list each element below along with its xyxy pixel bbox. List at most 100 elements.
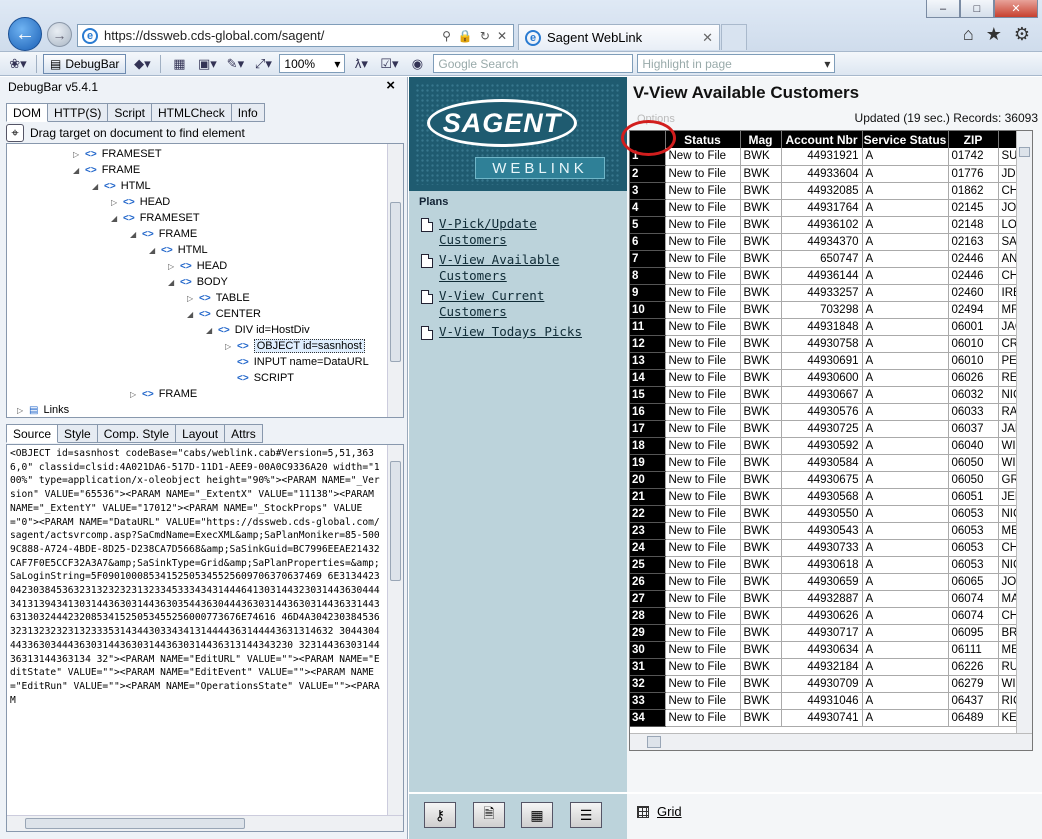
- table-cell[interactable]: 06026: [948, 369, 999, 387]
- row-number[interactable]: 18: [630, 437, 666, 455]
- row-number[interactable]: 23: [630, 522, 666, 540]
- table-cell[interactable]: A: [862, 318, 949, 336]
- resize-icon[interactable]: ⤢▾: [251, 54, 275, 74]
- row-number[interactable]: 29: [630, 624, 666, 642]
- table-cell[interactable]: New to File: [665, 352, 741, 370]
- address-text[interactable]: https://dssweb.cds-global.com/sagent/: [104, 28, 442, 43]
- row-number[interactable]: 28: [630, 607, 666, 625]
- list-button[interactable]: ☰: [570, 802, 602, 828]
- table-row[interactable]: 14 New to File BWK 44930600 A 06026 REE: [630, 369, 1030, 387]
- row-number[interactable]: 6: [630, 233, 666, 251]
- row-number[interactable]: 16: [630, 403, 666, 421]
- table-cell[interactable]: 44930592: [781, 437, 863, 455]
- table-cell[interactable]: 06053: [948, 539, 999, 557]
- grid-vertical-scrollbar[interactable]: [1016, 131, 1032, 734]
- table-cell[interactable]: 44930758: [781, 335, 863, 353]
- table-cell[interactable]: BWK: [740, 318, 782, 336]
- table-cell[interactable]: BWK: [740, 709, 782, 727]
- save-page-icon[interactable]: ▦: [167, 54, 191, 74]
- screenshot-icon[interactable]: ▣▾: [195, 54, 219, 74]
- table-row[interactable]: 19 New to File BWK 44930584 A 06050 WIL: [630, 454, 1030, 472]
- table-cell[interactable]: A: [862, 454, 949, 472]
- table-cell[interactable]: BWK: [740, 522, 782, 540]
- table-cell[interactable]: A: [862, 250, 949, 268]
- forward-button[interactable]: →: [47, 22, 72, 47]
- tree-node[interactable]: ◢ <> FRAME: [73, 162, 140, 178]
- tab-sagent-weblink[interactable]: e Sagent WebLink ✕: [518, 24, 720, 50]
- table-cell[interactable]: 44930568: [781, 488, 863, 506]
- table-cell[interactable]: 06001: [948, 318, 999, 336]
- expand-toggle-icon[interactable]: ◢: [149, 246, 159, 255]
- table-cell[interactable]: BWK: [740, 267, 782, 285]
- table-cell[interactable]: A: [862, 437, 949, 455]
- table-cell[interactable]: 44931046: [781, 692, 863, 710]
- grid-button[interactable]: ▦: [521, 802, 553, 828]
- source-horizontal-scrollbar[interactable]: [7, 815, 403, 831]
- table-cell[interactable]: New to File: [665, 624, 741, 642]
- expand-toggle-icon[interactable]: ◢: [168, 278, 178, 287]
- table-row[interactable]: 32 New to File BWK 44930709 A 06279 WIL: [630, 675, 1030, 693]
- table-cell[interactable]: BWK: [740, 590, 782, 608]
- table-cell[interactable]: 44930733: [781, 539, 863, 557]
- expand-toggle-icon[interactable]: ▷: [17, 406, 27, 415]
- table-cell[interactable]: New to File: [665, 692, 741, 710]
- scroll-thumb[interactable]: [647, 736, 661, 748]
- table-cell[interactable]: New to File: [665, 403, 741, 421]
- row-number[interactable]: 13: [630, 352, 666, 370]
- home-icon[interactable]: ⌂: [963, 24, 974, 45]
- table-cell[interactable]: 44930550: [781, 505, 863, 523]
- table-cell[interactable]: New to File: [665, 573, 741, 591]
- table-cell[interactable]: 06095: [948, 624, 999, 642]
- plan-link[interactable]: V-Pick/Update Customers: [439, 216, 589, 248]
- table-cell[interactable]: 44930576: [781, 403, 863, 421]
- tab-attrs[interactable]: Attrs: [225, 424, 263, 443]
- table-cell[interactable]: 44930626: [781, 607, 863, 625]
- row-number[interactable]: 27: [630, 590, 666, 608]
- table-cell[interactable]: A: [862, 199, 949, 217]
- table-cell[interactable]: 44930659: [781, 573, 863, 591]
- table-cell[interactable]: 02494: [948, 301, 999, 319]
- table-cell[interactable]: BWK: [740, 199, 782, 217]
- table-cell[interactable]: New to File: [665, 250, 741, 268]
- row-number[interactable]: 5: [630, 216, 666, 234]
- table-cell[interactable]: 02148: [948, 216, 999, 234]
- close-icon[interactable]: ×: [386, 77, 395, 94]
- expand-toggle-icon[interactable]: ◢: [111, 214, 121, 223]
- scroll-thumb[interactable]: [390, 461, 401, 581]
- table-row[interactable]: 21 New to File BWK 44930568 A 06051 JEN: [630, 488, 1030, 506]
- row-number[interactable]: 30: [630, 641, 666, 659]
- table-cell[interactable]: 06053: [948, 505, 999, 523]
- table-cell[interactable]: 44930667: [781, 386, 863, 404]
- table-cell[interactable]: New to File: [665, 437, 741, 455]
- table-cell[interactable]: A: [862, 403, 949, 421]
- table-cell[interactable]: 01776: [948, 165, 999, 183]
- table-cell[interactable]: A: [862, 165, 949, 183]
- table-cell[interactable]: 44931848: [781, 318, 863, 336]
- tree-node[interactable]: ◢ <> DIV id=HostDiv: [206, 322, 310, 338]
- tab-script[interactable]: Script: [108, 103, 153, 122]
- tree-node[interactable]: <> SCRIPT: [225, 370, 294, 386]
- tab-htmlcheck[interactable]: HTMLCheck: [152, 103, 232, 122]
- table-row[interactable]: 18 New to File BWK 44930592 A 06040 WIL: [630, 437, 1030, 455]
- tab-http[interactable]: HTTP(S): [48, 103, 109, 122]
- row-number[interactable]: 14: [630, 369, 666, 387]
- row-number[interactable]: 9: [630, 284, 666, 302]
- table-cell[interactable]: New to File: [665, 216, 741, 234]
- table-row[interactable]: 23 New to File BWK 44930543 A 06053 MEI: [630, 522, 1030, 540]
- table-cell[interactable]: 02460: [948, 284, 999, 302]
- tree-node[interactable]: ▷ <> HEAD: [111, 194, 170, 210]
- table-row[interactable]: 7 New to File BWK 650747 A 02446 ANI: [630, 250, 1030, 268]
- table-cell[interactable]: A: [862, 369, 949, 387]
- tree-node[interactable]: ◢ <> HTML: [149, 242, 208, 258]
- table-cell[interactable]: A: [862, 386, 949, 404]
- table-cell[interactable]: BWK: [740, 641, 782, 659]
- gear-icon[interactable]: ⚙: [1014, 24, 1030, 45]
- table-cell[interactable]: BWK: [740, 420, 782, 438]
- crosshair-target-icon[interactable]: ⌖: [6, 124, 24, 142]
- tree-node[interactable]: ◢ <> BODY: [168, 274, 228, 290]
- table-cell[interactable]: A: [862, 233, 949, 251]
- table-cell[interactable]: BWK: [740, 148, 782, 166]
- table-cell[interactable]: BWK: [740, 556, 782, 574]
- table-row[interactable]: 16 New to File BWK 44930576 A 06033 RAI: [630, 403, 1030, 421]
- table-cell[interactable]: A: [862, 148, 949, 166]
